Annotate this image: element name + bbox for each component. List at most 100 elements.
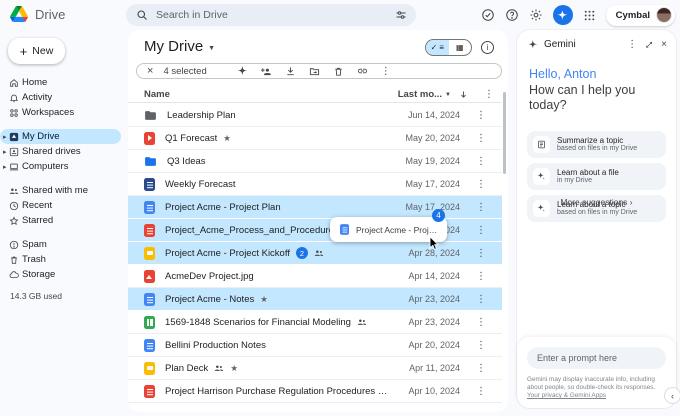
download-button[interactable]	[285, 66, 296, 77]
view-details-icon[interactable]: i	[481, 41, 494, 54]
file-row-selected[interactable]: Project Acme - Project Kickoff 2 Apr 28,…	[128, 242, 502, 265]
row-more-button[interactable]: ⋮	[460, 271, 502, 282]
gemini-sparkle-button[interactable]	[237, 66, 248, 77]
help-icon[interactable]	[505, 8, 520, 23]
sidebar-item-shared-drives[interactable]: ▸ Shared drives	[0, 144, 127, 159]
suggestion-summarize-topic[interactable]: Summarize a topic based on files in my D…	[527, 131, 666, 158]
sidebar-item-activity[interactable]: Activity	[0, 90, 127, 105]
gemini-more-button[interactable]: ⋮	[627, 39, 637, 50]
grid-view-button[interactable]: ▦	[449, 40, 472, 55]
home-icon	[9, 78, 19, 88]
product-name: Drive	[35, 7, 65, 22]
spam-icon	[9, 240, 19, 250]
row-more-button[interactable]: ⋮	[460, 294, 502, 305]
share-person-add-button[interactable]	[261, 66, 272, 77]
check-circle-icon[interactable]	[481, 8, 496, 23]
file-row[interactable]: Bellini Production Notes Apr 20, 2024 ⋮	[128, 334, 502, 357]
google-docs-icon	[144, 201, 155, 214]
drive-logo[interactable]: Drive	[10, 6, 65, 22]
grid-view-icon: ▦	[456, 43, 464, 52]
scrollbar-thumb[interactable]	[503, 92, 506, 174]
sidebar-item-storage[interactable]: Storage	[0, 267, 127, 282]
apps-grid-icon[interactable]	[582, 8, 597, 23]
file-row-selected[interactable]: Project Acme - Project Plan May 17, 2024…	[128, 196, 502, 219]
avatar[interactable]	[656, 7, 672, 23]
greeting-question: How can I help you today?	[529, 83, 659, 113]
more-suggestions-link[interactable]: More suggestions ›	[517, 197, 676, 207]
toolbar-more-button[interactable]: ⋮	[381, 66, 391, 77]
file-row[interactable]: Q1 Forecast ★ May 20, 2024 ⋮	[128, 127, 502, 150]
row-more-button[interactable]: ⋮	[460, 340, 502, 351]
sidebar-item-home[interactable]: Home	[0, 75, 127, 90]
drag-ghost-label: Project Acme - Project Plan	[356, 225, 438, 235]
page-title: My Drive	[144, 38, 203, 55]
prompt-input[interactable]	[527, 347, 666, 369]
new-button[interactable]: + New	[8, 38, 65, 64]
plus-icon: +	[20, 45, 28, 58]
document-file-icon	[144, 178, 155, 191]
collapse-panel-button[interactable]: ‹	[664, 387, 680, 404]
expand-panel-icon[interactable]	[645, 41, 653, 49]
row-more-button[interactable]: ⋮	[460, 179, 502, 190]
settings-gear-icon[interactable]	[529, 8, 544, 23]
google-docs-icon	[144, 339, 155, 352]
modified-column-header[interactable]: Last mo...▼	[398, 89, 451, 100]
file-row[interactable]: Leadership Plan Jun 14, 2024 ⋮	[128, 104, 502, 127]
trash-button[interactable]	[333, 66, 344, 77]
row-more-button[interactable]: ⋮	[460, 133, 502, 144]
sidebar-item-spam[interactable]: Spam	[0, 237, 127, 252]
list-view-button[interactable]: ✓ ≡	[426, 40, 449, 55]
summarize-icon	[533, 136, 550, 153]
sidebar-item-trash[interactable]: Trash	[0, 252, 127, 267]
star-icon	[9, 216, 19, 226]
row-more-button[interactable]: ⋮	[460, 225, 502, 236]
sidebar-item-recent[interactable]: Recent	[0, 198, 127, 213]
privacy-link[interactable]: Your privacy & Gemini Apps	[527, 392, 606, 399]
move-to-folder-button[interactable]	[309, 66, 320, 77]
file-row[interactable]: Plan Deck ★ Apr 11, 2024 ⋮	[128, 357, 502, 380]
sidebar-item-shared-with-me[interactable]: Shared with me	[0, 183, 127, 198]
row-more-button[interactable]: ⋮	[460, 110, 502, 121]
expand-caret-icon[interactable]: ▸	[3, 133, 7, 141]
expand-caret-icon[interactable]: ▸	[3, 163, 7, 171]
shared-people-icon	[214, 363, 224, 373]
shared-people-icon	[357, 317, 367, 327]
search-input[interactable]	[156, 9, 386, 21]
file-row[interactable]: Weekly Forecast May 17, 2024 ⋮	[128, 173, 502, 196]
row-more-button[interactable]: ⋮	[460, 386, 502, 397]
file-row[interactable]: Q3 Ideas May 19, 2024 ⋮	[128, 150, 502, 173]
name-column-header[interactable]: Name	[144, 89, 170, 100]
sidebar-item-my-drive[interactable]: ▸ My Drive	[0, 129, 121, 144]
gemini-icon[interactable]	[553, 5, 573, 25]
view-toggle[interactable]: ✓ ≡ ▦	[425, 39, 472, 56]
clear-selection-button[interactable]: ×	[147, 66, 153, 77]
file-row-selected[interactable]: Project Acme - Notes ★ Apr 23, 2024 ⋮	[128, 288, 502, 311]
shared-with-me-icon	[9, 186, 19, 196]
header-more-button[interactable]: ⋮	[476, 89, 502, 100]
suggestion-learn-file[interactable]: Learn about a file in my Drive	[527, 163, 666, 190]
close-panel-icon[interactable]: ×	[661, 39, 667, 50]
row-more-button[interactable]: ⋮	[460, 363, 502, 374]
file-row[interactable]: AcmeDev Project.jpg Apr 14, 2024 ⋮	[128, 265, 502, 288]
title-dropdown-icon[interactable]: ▼	[208, 42, 215, 52]
starred-icon: ★	[260, 294, 268, 305]
google-docs-icon	[144, 293, 155, 306]
row-more-button[interactable]: ⋮	[460, 156, 502, 167]
gemini-sparkle-icon	[528, 40, 538, 50]
copy-link-button[interactable]	[357, 66, 368, 77]
row-more-button[interactable]: ⋮	[460, 317, 502, 328]
sort-direction-icon[interactable]	[451, 90, 476, 99]
top-bar-actions: Cymbal	[481, 4, 675, 26]
search-filters-icon[interactable]	[393, 8, 408, 23]
drag-count-badge: 4	[432, 209, 445, 222]
sidebar-item-starred[interactable]: Starred	[0, 213, 127, 228]
sidebar-item-computers[interactable]: ▸ Computers	[0, 159, 127, 174]
search-bar[interactable]	[126, 4, 416, 26]
expand-caret-icon[interactable]: ▸	[3, 148, 7, 156]
row-more-button[interactable]: ⋮	[460, 248, 502, 259]
sidebar-item-workspaces[interactable]: Workspaces	[0, 105, 127, 120]
account-pill[interactable]: Cymbal	[606, 5, 675, 26]
file-row[interactable]: Project Harrison Purchase Regulation Pro…	[128, 380, 502, 403]
file-row[interactable]: 1569-1848 Scenarios for Financial Modeli…	[128, 311, 502, 334]
row-more-button[interactable]: ⋮	[460, 202, 502, 213]
